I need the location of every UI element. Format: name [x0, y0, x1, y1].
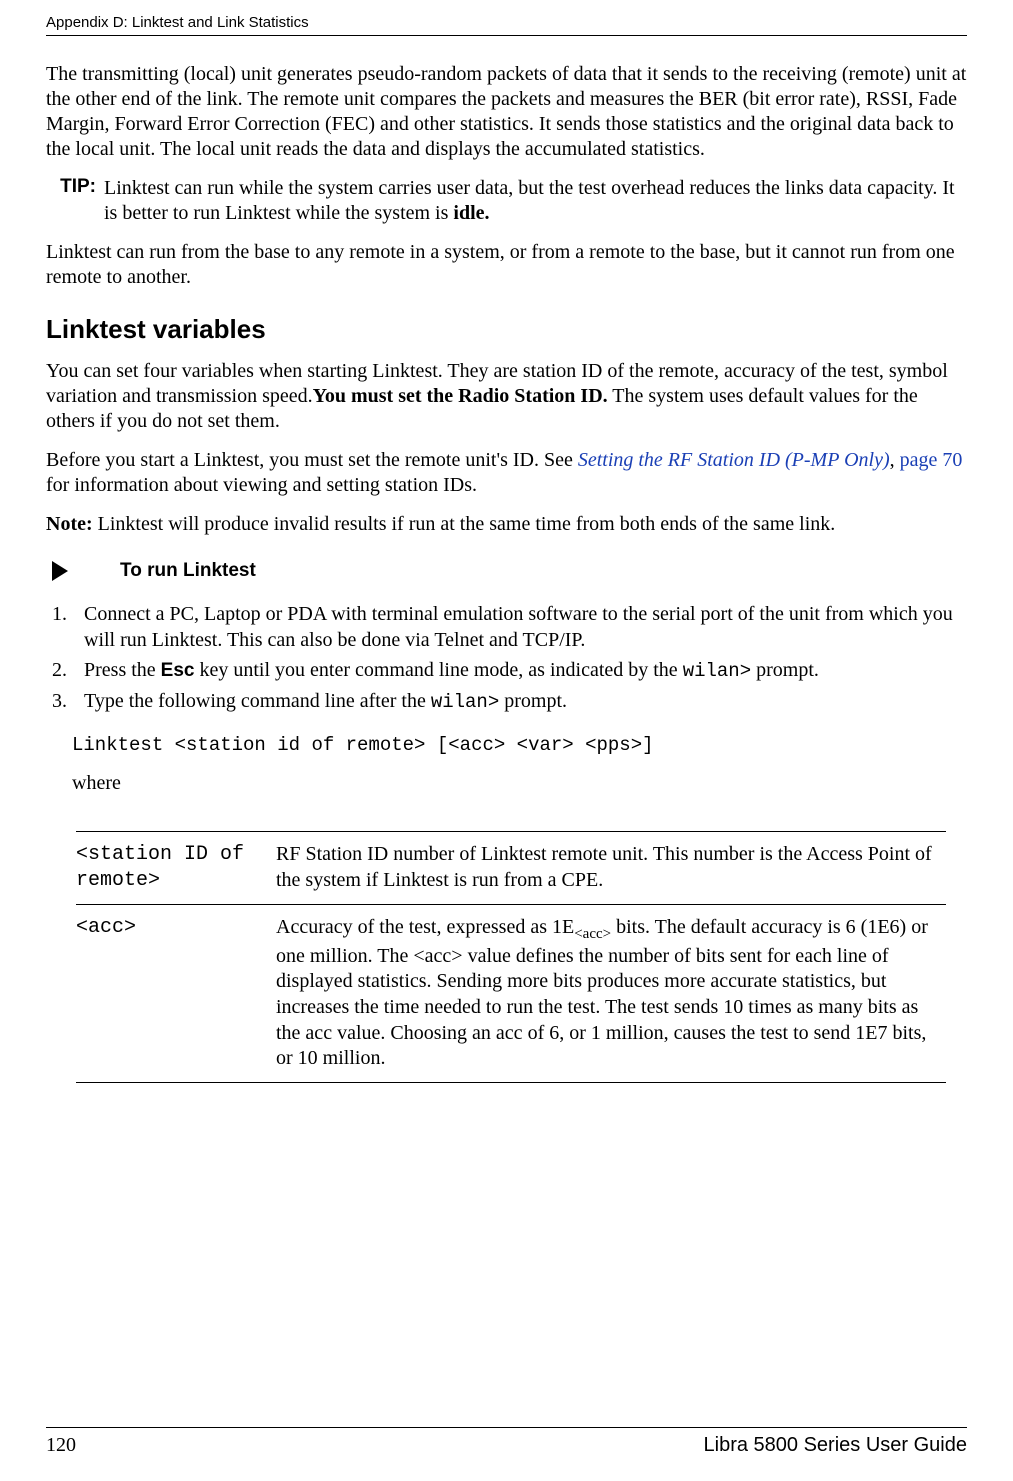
parameter-table: <station ID of remote> RF Station ID num… — [76, 831, 946, 1082]
p4-b: , — [890, 449, 900, 471]
s2-e: prompt. — [751, 659, 819, 681]
procedure-title: To run Linktest — [120, 560, 256, 582]
section-heading-linktest-variables: Linktest variables — [46, 314, 967, 345]
footer-title: Libra 5800 Series User Guide — [704, 1434, 967, 1457]
step-2: Press the Esc key until you enter comman… — [72, 657, 967, 684]
page-header: Appendix D: Linktest and Link Statistics — [46, 0, 967, 36]
where-label: where — [72, 772, 967, 795]
paragraph-before-start: Before you start a Linktest, you must se… — [46, 448, 967, 498]
step-1: Connect a PC, Laptop or PDA with termina… — [72, 601, 967, 653]
r2-a: Accuracy of the test, expressed as 1E — [276, 916, 574, 938]
command-line: Linktest <station id of remote> [<acc> <… — [72, 734, 967, 756]
paragraph-scope: Linktest can run from the base to any re… — [46, 240, 967, 290]
p4-c: for information about viewing and settin… — [46, 474, 477, 496]
page-number: 120 — [46, 1434, 76, 1457]
tip-block: TIP: Linktest can run while the system c… — [46, 176, 967, 226]
tip-text-a: Linktest can run while the system carrie… — [104, 177, 955, 224]
param-name-acc: <acc> — [76, 904, 276, 1082]
procedure-steps: Connect a PC, Laptop or PDA with termina… — [46, 601, 967, 714]
note-text: Linktest will produce invalid results if… — [93, 513, 836, 535]
s2-b-esc-key: Esc — [161, 660, 195, 681]
table-row: <acc> Accuracy of the test, expressed as… — [76, 904, 946, 1082]
s3-a: Type the following command line after th… — [84, 690, 431, 712]
note-label: Note: — [46, 513, 93, 535]
note-paragraph: Note: Linktest will produce invalid resu… — [46, 512, 967, 537]
p3-b: You must set the Radio Station ID. — [313, 385, 608, 407]
s2-a: Press the — [84, 659, 161, 681]
procedure-heading-row: To run Linktest — [46, 559, 967, 583]
paragraph-variables: You can set four variables when starting… — [46, 359, 967, 434]
header-title: Appendix D: Linktest and Link Statistics — [46, 14, 967, 31]
link-page-70[interactable]: page 70 — [900, 449, 963, 471]
p4-a: Before you start a Linktest, you must se… — [46, 449, 578, 471]
param-desc-station-id: RF Station ID number of Linktest remote … — [276, 832, 946, 904]
tip-text-b: idle. — [453, 202, 489, 224]
link-setting-rf-station-id[interactable]: Setting the RF Station ID (P-MP Only) — [578, 449, 890, 471]
s3-c: prompt. — [499, 690, 567, 712]
paragraph-intro: The transmitting (local) unit generates … — [46, 62, 967, 162]
step-3: Type the following command line after th… — [72, 688, 967, 715]
param-name-station-id: <station ID of remote> — [76, 832, 276, 904]
table-row: <station ID of remote> RF Station ID num… — [76, 832, 946, 904]
s2-d-prompt: wilan> — [683, 660, 751, 682]
s2-c: key until you enter command line mode, a… — [194, 659, 682, 681]
procedure-arrow-icon — [50, 559, 70, 583]
page-footer: 120 Libra 5800 Series User Guide — [46, 1427, 967, 1457]
param-desc-acc: Accuracy of the test, expressed as 1E<ac… — [276, 904, 946, 1082]
tip-body: Linktest can run while the system carrie… — [104, 176, 967, 226]
r2-b-sub: <acc> — [574, 926, 611, 942]
tip-label: TIP: — [46, 176, 104, 226]
s3-b-prompt: wilan> — [431, 691, 499, 713]
